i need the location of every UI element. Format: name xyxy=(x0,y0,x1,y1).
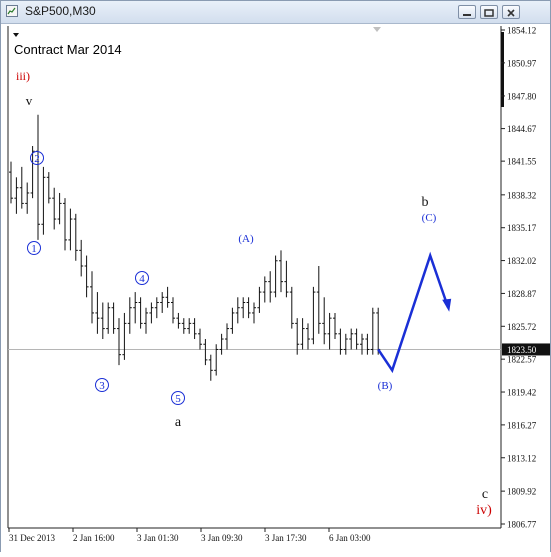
wave-label: v xyxy=(26,93,33,108)
time-axis-label: 3 Jan 17:30 xyxy=(265,533,307,543)
price-axis-label: 1841.55 xyxy=(507,157,537,167)
time-axis-label: 2 Jan 16:00 xyxy=(73,533,115,543)
price-axis-label: 1838.32 xyxy=(507,190,536,200)
price-axis-label: 1806.77 xyxy=(507,520,537,530)
chart-window-icon xyxy=(6,5,18,17)
wave-label: c xyxy=(482,487,488,502)
price-axis-label: 1828.87 xyxy=(507,289,537,299)
window-title: S&P500,M30 xyxy=(25,4,96,18)
wave-label: iv) xyxy=(476,503,492,518)
window-titlebar[interactable]: S&P500,M30 xyxy=(1,1,550,24)
chart-area[interactable]: 1854.12 1850.97 1847.80 1844.67 1841.55 1838.… xyxy=(1,24,550,552)
wave-label-5: 5 xyxy=(175,393,181,405)
restore-icon xyxy=(484,9,494,17)
minimize-icon xyxy=(463,14,471,16)
chart-window: S&P500,M30 1854.12 1850.97 1847.80 1844.67 1 xyxy=(0,0,551,552)
price-axis-label: 1844.67 xyxy=(507,124,537,134)
close-button[interactable] xyxy=(502,5,520,19)
price-axis-label: 1816.27 xyxy=(507,420,537,430)
maximize-button[interactable] xyxy=(480,5,498,19)
minimize-button[interactable] xyxy=(458,5,476,19)
wave-label-2: 2 xyxy=(34,153,40,165)
close-icon xyxy=(507,9,515,17)
wave-label: a xyxy=(175,415,182,430)
price-axis-label: 1822.57 xyxy=(507,355,537,365)
price-axis-label: 1825.72 xyxy=(507,322,536,332)
price-axis-label: 1854.12 xyxy=(507,26,536,36)
wave-label-1: 1 xyxy=(31,243,37,255)
time-axis-label: 6 Jan 03:00 xyxy=(329,533,371,543)
time-axis-label: 3 Jan 09:30 xyxy=(201,533,243,543)
price-axis-label: 1832.02 xyxy=(507,256,536,266)
wave-label-4: 4 xyxy=(139,273,145,285)
price-axis-label: 1813.12 xyxy=(507,453,536,463)
price-axis-label: 1850.97 xyxy=(507,58,537,68)
current-price-label: 1823.50 xyxy=(507,345,537,355)
wave-label: iii) xyxy=(16,69,30,83)
wave-label: b xyxy=(422,195,429,210)
wave-label: (A) xyxy=(238,233,254,245)
price-axis-label: 1809.92 xyxy=(507,487,536,497)
wave-label: (C) xyxy=(422,212,437,224)
time-axis-label: 3 Jan 01:30 xyxy=(137,533,179,543)
price-axis-label: 1847.80 xyxy=(507,91,537,101)
wave-label: (B) xyxy=(378,380,393,392)
wave-label-3: 3 xyxy=(99,380,105,392)
price-axis-label: 1819.42 xyxy=(507,388,536,398)
price-chart[interactable]: 1854.12 1850.97 1847.80 1844.67 1841.55 1838.… xyxy=(1,24,550,552)
price-axis-label: 1835.17 xyxy=(507,223,537,233)
time-axis-label: 31 Dec 2013 xyxy=(9,533,55,543)
contract-label: Contract Mar 2014 xyxy=(14,42,122,57)
